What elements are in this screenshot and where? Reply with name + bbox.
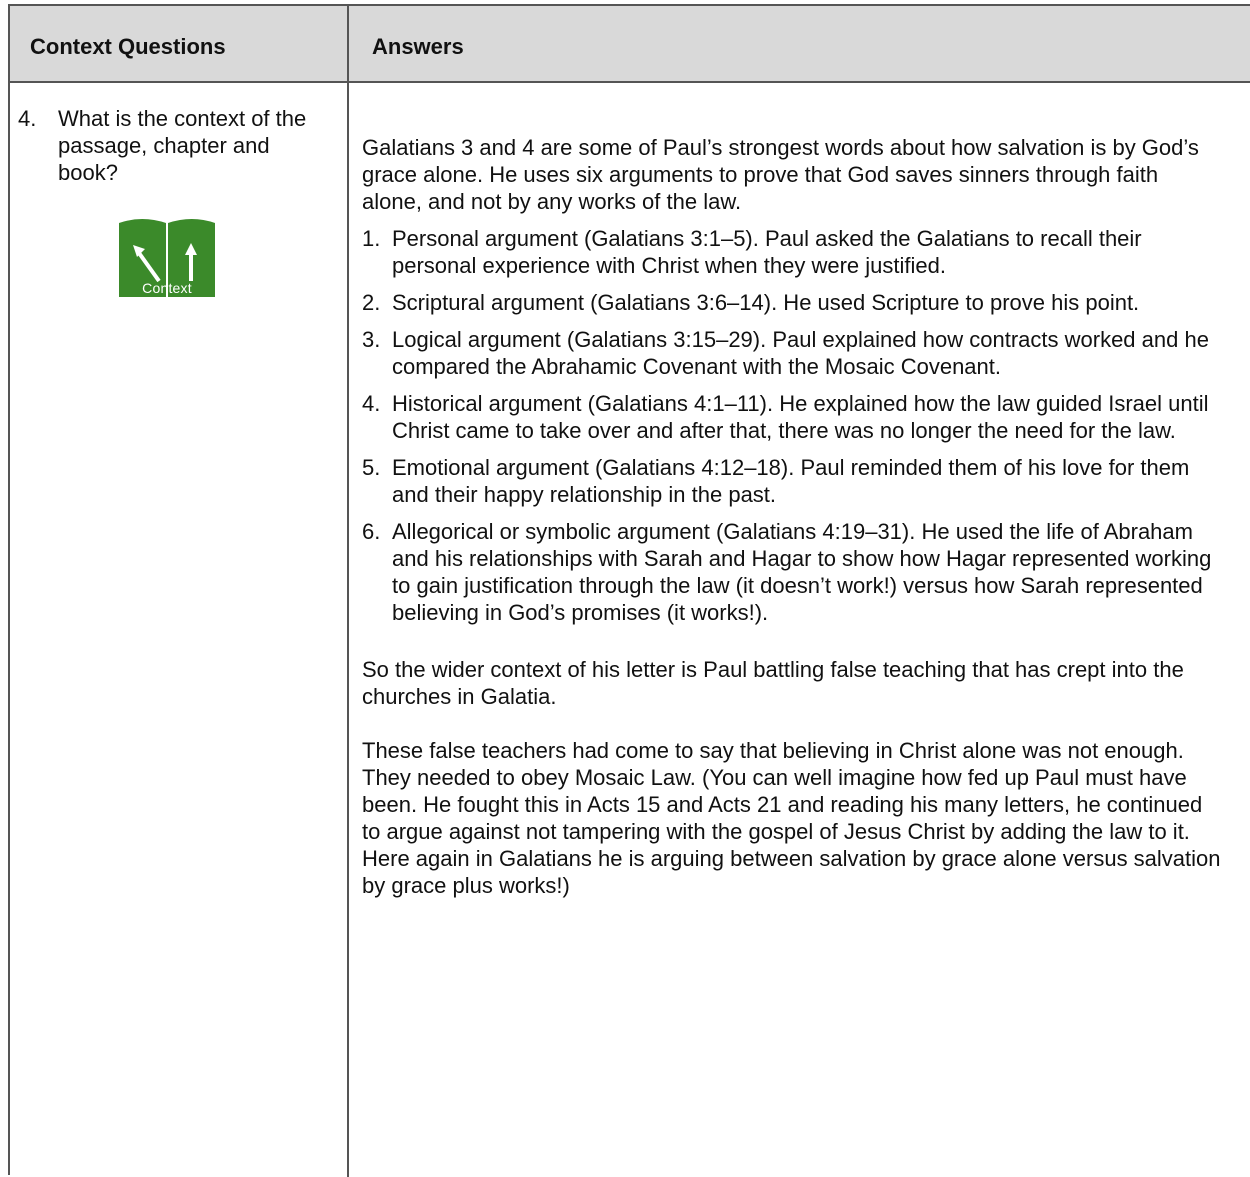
answers-cell: Galatians 3 and 4 are some of Paul’s str… [362, 134, 1222, 899]
arguments-list: 1. Personal argument (Galatians 3:1–5). P… [362, 225, 1222, 626]
argument-text: Logical argument (Galatians 3:15–29). Pa… [392, 327, 1209, 379]
argument-number: 2. [362, 290, 381, 315]
argument-item: 6. Allegorical or symbolic argument (Gala… [362, 518, 1222, 626]
question-text: What is the context of the passage, chap… [58, 106, 307, 185]
argument-item: 1. Personal argument (Galatians 3:1–5). P… [362, 225, 1222, 279]
argument-text: Allegorical or symbolic argument (Galati… [392, 519, 1212, 625]
table-header: Context Questions Answers [10, 6, 1250, 83]
context-paragraph: So the wider context of his letter is Pa… [362, 657, 1184, 709]
column-divider [347, 6, 349, 1177]
argument-item: 5. Emotional argument (Galatians 4:12–18)… [362, 454, 1222, 508]
argument-number: 5. [362, 455, 381, 480]
argument-text: Historical argument (Galatians 4:1–11). … [392, 391, 1209, 443]
argument-item: 4. Historical argument (Galatians 4:1–11)… [362, 390, 1222, 444]
question-number: 4. [18, 106, 37, 131]
argument-item: 2. Scriptural argument (Galatians 3:6–14)… [362, 289, 1222, 316]
argument-item: 3. Logical argument (Galatians 3:15–29). … [362, 326, 1222, 380]
argument-text: Personal argument (Galatians 3:1–5). Pau… [392, 226, 1142, 278]
context-icon-label: Context [142, 280, 192, 296]
false-teachers-paragraph: These false teachers had come to say tha… [362, 738, 1221, 898]
argument-number: 4. [362, 391, 381, 416]
answers-intro: Galatians 3 and 4 are some of Paul’s str… [362, 135, 1199, 214]
argument-text: Scriptural argument (Galatians 3:6–14). … [392, 290, 1140, 315]
argument-number: 6. [362, 519, 381, 544]
header-context-questions: Context Questions [30, 34, 226, 59]
argument-number: 3. [362, 327, 381, 352]
context-icon-wrap: Context [117, 217, 217, 297]
argument-number: 1. [362, 226, 381, 251]
argument-text: Emotional argument (Galatians 4:12–18). … [392, 455, 1190, 507]
header-answers: Answers [372, 34, 464, 59]
